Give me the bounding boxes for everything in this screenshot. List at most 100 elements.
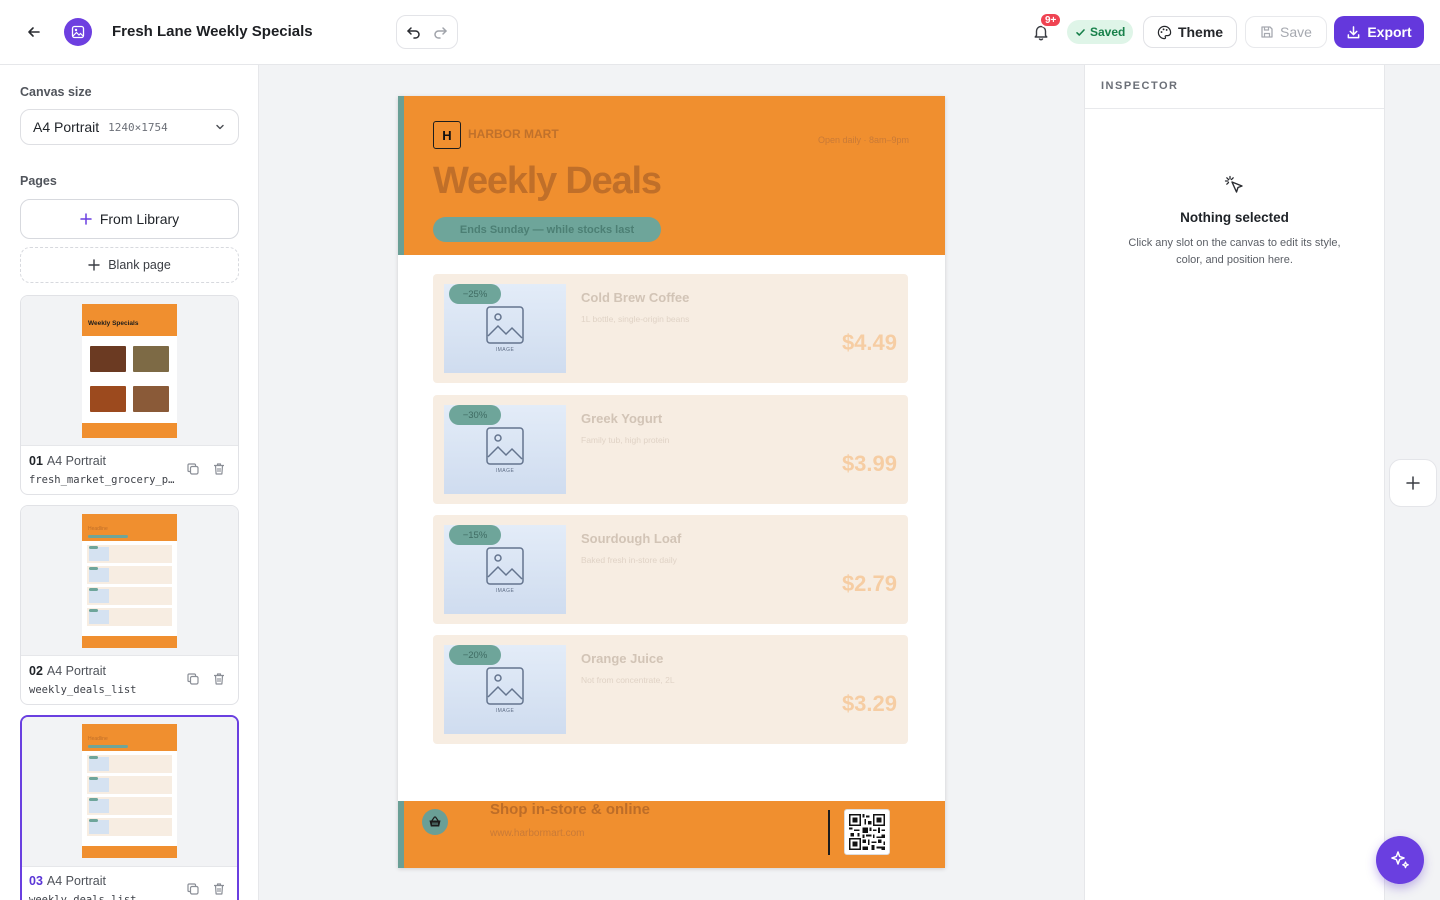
image-placeholder-icon bbox=[486, 305, 524, 344]
product-name[interactable]: Sourdough Loaf bbox=[581, 531, 681, 546]
image-placeholder-label: IMAGE bbox=[495, 707, 515, 714]
poster-header[interactable]: H HARBOR MART Open daily · 8am–9pm Weekl… bbox=[398, 96, 945, 255]
product-price[interactable]: $2.79 bbox=[842, 571, 897, 597]
blank-page-label: Blank page bbox=[108, 258, 171, 272]
footer-url[interactable]: www.harbormart.com bbox=[490, 828, 584, 839]
image-placeholder-label: IMAGE bbox=[495, 467, 515, 474]
image-placeholder-icon bbox=[486, 426, 524, 465]
trash-icon bbox=[214, 463, 224, 475]
product-price[interactable]: $3.99 bbox=[842, 451, 897, 477]
poster-footer[interactable]: Shop in-store & online www.harbormart.co… bbox=[398, 801, 945, 868]
poster-canvas[interactable]: H HARBOR MART Open daily · 8am–9pm Weekl… bbox=[398, 96, 945, 868]
product-name[interactable]: Cold Brew Coffee bbox=[581, 290, 689, 305]
footer-divider bbox=[828, 810, 830, 855]
inspector-panel: INSPECTOR Nothing selected Click any slo… bbox=[1084, 65, 1385, 900]
page-meta: 02 A4 Portrait bbox=[29, 664, 106, 678]
deal-card[interactable]: IMAGE −15% Sourdough Loaf Baked fresh in… bbox=[433, 515, 908, 624]
page-actions bbox=[186, 672, 226, 691]
page-thumbnail-area: Weekly Specials bbox=[21, 296, 238, 446]
pages-label: Pages bbox=[20, 174, 57, 188]
page-slug: weekly_deals_list bbox=[29, 684, 137, 696]
plus-icon bbox=[80, 213, 92, 225]
page-slug: fresh_market_grocery_pr… bbox=[29, 474, 179, 486]
product-price[interactable]: $3.29 bbox=[842, 691, 897, 717]
page-card-03[interactable]: Headline 03 A4 Portrait weekly_deals_list bbox=[20, 715, 239, 900]
blank-page-button[interactable]: Blank page bbox=[20, 247, 239, 283]
page-thumbnail: Headline bbox=[82, 514, 177, 648]
page-thumbnail-area: Headline bbox=[21, 506, 238, 656]
canvas-size-label: Canvas size bbox=[20, 85, 92, 99]
page-format: A4 Portrait bbox=[46, 454, 106, 468]
undo-button[interactable] bbox=[402, 20, 426, 44]
product-description[interactable]: Baked fresh in-store daily bbox=[581, 555, 677, 565]
saved-label: Saved bbox=[1090, 25, 1126, 39]
deal-card[interactable]: IMAGE −20% Orange Juice Not from concent… bbox=[433, 635, 908, 744]
plus-icon bbox=[1406, 476, 1420, 490]
page-slug: weekly_deals_list bbox=[29, 894, 137, 900]
delete-page-button[interactable] bbox=[212, 882, 226, 900]
discount-badge[interactable]: −20% bbox=[449, 645, 501, 665]
sparkles-icon bbox=[1391, 851, 1409, 869]
product-description[interactable]: 1L bottle, single-origin beans bbox=[581, 314, 689, 324]
page-number: 03 bbox=[29, 874, 43, 888]
page-meta: 03 A4 Portrait bbox=[29, 874, 106, 888]
delete-page-button[interactable] bbox=[212, 672, 226, 691]
export-button[interactable]: Export bbox=[1334, 16, 1424, 48]
image-icon bbox=[71, 25, 85, 39]
product-price[interactable]: $4.49 bbox=[842, 330, 897, 356]
undo-icon bbox=[407, 27, 420, 39]
duplicate-page-button[interactable] bbox=[186, 882, 200, 900]
duplicate-page-button[interactable] bbox=[186, 672, 200, 691]
canvas-size-name: A4 Portrait bbox=[33, 119, 100, 135]
theme-button[interactable]: Theme bbox=[1143, 16, 1237, 48]
deal-card[interactable]: IMAGE −30% Greek Yogurt Family tub, high… bbox=[433, 395, 908, 504]
empty-state-description: Click any slot on the canvas to edit its… bbox=[1128, 237, 1341, 266]
page-card-02[interactable]: Headline 02 A4 Portrait weekly_deals_list bbox=[20, 505, 239, 705]
qr-code-icon bbox=[849, 814, 885, 850]
document-title[interactable]: Fresh Lane Weekly Specials bbox=[112, 23, 313, 40]
image-placeholder-label: IMAGE bbox=[495, 346, 515, 353]
product-name[interactable]: Orange Juice bbox=[581, 651, 663, 666]
page-format: A4 Portrait bbox=[46, 664, 106, 678]
from-library-button[interactable]: From Library bbox=[20, 199, 239, 239]
thumb-headline: Headline bbox=[88, 736, 108, 742]
ai-assistant-button[interactable] bbox=[1376, 836, 1424, 884]
palette-icon bbox=[1157, 25, 1172, 39]
pages-sidebar: Canvas size A4 Portrait 1240×1754 Pages … bbox=[0, 65, 259, 900]
basket-icon[interactable] bbox=[422, 809, 448, 835]
save-button[interactable]: Save bbox=[1245, 16, 1327, 48]
ends-note-pill[interactable]: Ends Sunday — while stocks last bbox=[433, 217, 661, 242]
qr-code[interactable] bbox=[844, 809, 890, 855]
product-description[interactable]: Family tub, high protein bbox=[581, 435, 669, 445]
page-format: A4 Portrait bbox=[46, 874, 106, 888]
header-accent-bar bbox=[398, 96, 404, 255]
canvas-stage[interactable]: H HARBOR MART Open daily · 8am–9pm Weekl… bbox=[260, 65, 1084, 900]
back-button[interactable] bbox=[20, 18, 48, 46]
page-card-01[interactable]: Weekly Specials 01 A4 Portrait fresh_mark… bbox=[20, 295, 239, 495]
poster-headline[interactable]: Weekly Deals bbox=[433, 160, 662, 203]
canvas-size-select[interactable]: A4 Portrait 1240×1754 bbox=[20, 109, 239, 145]
discount-badge[interactable]: −25% bbox=[449, 284, 501, 304]
product-name[interactable]: Greek Yogurt bbox=[581, 411, 662, 426]
duplicate-page-button[interactable] bbox=[186, 462, 200, 481]
store-hours[interactable]: Open daily · 8am–9pm bbox=[818, 135, 909, 145]
brand-logo-box[interactable]: H bbox=[433, 121, 461, 149]
product-description[interactable]: Not from concentrate, 2L bbox=[581, 675, 675, 685]
redo-button[interactable] bbox=[428, 20, 452, 44]
footer-accent-bar bbox=[398, 801, 404, 868]
theme-label: Theme bbox=[1177, 24, 1224, 40]
discount-badge[interactable]: −30% bbox=[449, 405, 501, 425]
page-number: 02 bbox=[29, 664, 43, 678]
trash-icon bbox=[214, 883, 224, 895]
deal-card[interactable]: IMAGE −25% Cold Brew Coffee 1L bottle, s… bbox=[433, 274, 908, 383]
image-placeholder-label: IMAGE bbox=[495, 587, 515, 594]
delete-page-button[interactable] bbox=[212, 462, 226, 481]
footer-title[interactable]: Shop in-store & online bbox=[490, 801, 650, 818]
brand-name[interactable]: HARBOR MART bbox=[468, 127, 559, 141]
page-thumbnail-area: Headline bbox=[22, 717, 237, 867]
discount-badge[interactable]: −15% bbox=[449, 525, 501, 545]
chevron-down-icon bbox=[214, 121, 226, 133]
copy-icon bbox=[187, 673, 199, 685]
top-bar: Fresh Lane Weekly Specials 9+ Saved Them… bbox=[0, 0, 1440, 65]
add-element-button[interactable] bbox=[1389, 459, 1437, 507]
